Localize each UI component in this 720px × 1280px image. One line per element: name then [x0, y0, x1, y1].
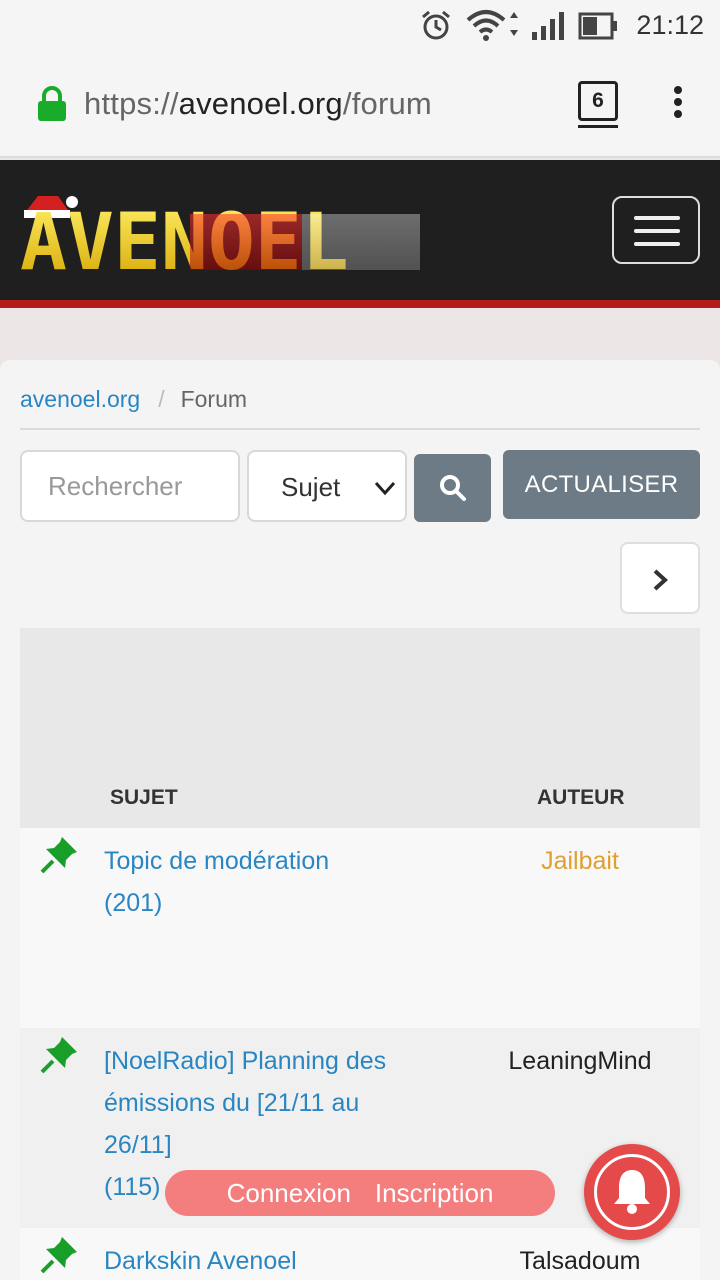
author-link[interactable]: LeaningMind	[490, 1040, 670, 1082]
search-icon	[440, 475, 466, 501]
search-field-select[interactable]: Sujet	[247, 450, 407, 522]
author-link[interactable]: Jailbait	[520, 840, 640, 882]
topic-count: (201)	[104, 889, 163, 917]
topic-title: [NoelRadio] Planning des émissions du [2…	[104, 1047, 387, 1159]
topic-link[interactable]: Topic de modération (201)	[104, 840, 414, 924]
column-header-subject: SUJET	[110, 786, 178, 809]
table-header: SUJET AUTEUR	[20, 628, 700, 828]
pin-icon	[40, 837, 77, 874]
topic-link[interactable]: Darkskin Avenoel	[104, 1240, 414, 1280]
search-button[interactable]	[414, 454, 491, 522]
forum-card: avenoel.org / Forum Sujet ACTUALISER SUJET…	[0, 360, 720, 1280]
chevron-down-icon	[374, 481, 396, 496]
battery-icon	[578, 12, 617, 40]
browser-menu-icon[interactable]	[668, 86, 688, 122]
url-scheme: https://	[84, 86, 179, 121]
next-page-button[interactable]	[620, 542, 700, 614]
breadcrumb-current: Forum	[180, 386, 248, 412]
breadcrumb-separator: /	[158, 386, 165, 412]
breadcrumb-home-link[interactable]: avenoel.org	[20, 386, 140, 412]
status-bar: 21:12	[0, 0, 720, 52]
url-host: avenoel.org	[178, 86, 343, 121]
search-input[interactable]	[20, 450, 240, 522]
url-path: /forum	[342, 86, 432, 121]
lock-icon	[38, 86, 66, 121]
pin-icon	[40, 1237, 77, 1274]
url-text[interactable]: https://avenoel.org/forum	[84, 86, 432, 122]
site-header: AVENOEL	[0, 160, 720, 300]
table-row: Darkskin Avenoel Talsadoum	[20, 1228, 700, 1280]
breadcrumb: avenoel.org / Forum	[20, 386, 700, 430]
column-header-author: AUTEUR	[537, 786, 625, 809]
author-link[interactable]: Talsadoum	[500, 1240, 660, 1280]
bell-icon	[614, 1170, 650, 1214]
site-logo[interactable]: AVENOEL	[18, 190, 422, 272]
pin-icon	[40, 1037, 77, 1074]
login-link[interactable]: Connexion	[227, 1178, 351, 1208]
browser-url-bar[interactable]: https://avenoel.org/forum 6	[0, 52, 720, 158]
notification-button[interactable]	[584, 1144, 680, 1240]
wifi-icon	[466, 10, 518, 41]
topic-title: Topic de modération	[104, 847, 330, 875]
refresh-button[interactable]: ACTUALISER	[503, 450, 700, 519]
auth-bar: Connexion Inscription	[165, 1170, 555, 1216]
register-link[interactable]: Inscription	[375, 1178, 494, 1208]
header-divider	[0, 300, 720, 308]
topic-title: Darkskin Avenoel	[104, 1247, 297, 1275]
search-field-value: Sujet	[281, 472, 341, 502]
alarm-icon	[422, 10, 450, 40]
signal-icon	[532, 12, 564, 40]
clock: 21:12	[636, 10, 704, 40]
nav-toggle-button[interactable]	[612, 196, 700, 264]
chevron-right-icon	[653, 569, 668, 591]
tab-switcher-button[interactable]: 6	[578, 81, 618, 128]
table-row: Topic de modération (201) Jailbait	[20, 828, 700, 1028]
